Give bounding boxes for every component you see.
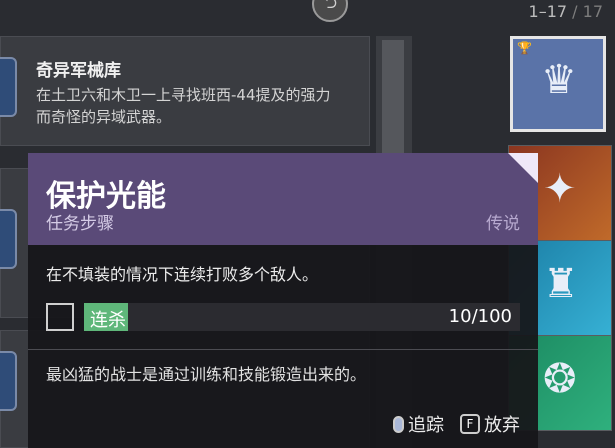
tooltip-lore: 最凶猛的战士是通过训练和技能锻造出来的。 bbox=[46, 365, 367, 384]
trophy-icon: 🏆 bbox=[517, 41, 532, 55]
tooltip-header: 保护光能 任务步骤 传说 bbox=[28, 153, 538, 245]
objective-value: 10/100 bbox=[448, 306, 512, 327]
abandon-label: 放弃 bbox=[484, 415, 520, 436]
corner-trophy-icon bbox=[508, 153, 538, 183]
track-label: 追踪 bbox=[408, 415, 444, 436]
divider bbox=[28, 349, 538, 350]
quest-item-slot-selected[interactable]: 🏆 ♛ bbox=[510, 36, 606, 132]
objective-label: 连杀 bbox=[90, 310, 126, 331]
f-key-icon: F bbox=[460, 414, 480, 434]
tooltip-subtitle: 任务步骤 bbox=[46, 214, 114, 234]
tooltip-body: 在不填装的情况下连续打败多个敌人。 连杀 10/100 最凶猛的战士是通过训练和… bbox=[28, 245, 538, 448]
scrollbar-thumb[interactable] bbox=[382, 40, 404, 160]
quest-emblem-icon bbox=[0, 209, 17, 269]
quest-card-title: 奇异军械库 bbox=[36, 61, 121, 81]
quest-card-description: 在土卫六和木卫一上寻找班西-44提及的强力而奇怪的异域武器。 bbox=[36, 86, 331, 126]
objective-checkbox bbox=[46, 303, 74, 331]
objective-row: 连杀 10/100 bbox=[46, 301, 520, 331]
quest-step-tooltip: 保护光能 任务步骤 传说 在不填装的情况下连续打败多个敌人。 连杀 10/100… bbox=[28, 153, 538, 448]
rune-icon: ❂ bbox=[543, 356, 577, 402]
tooltip-rarity: 传说 bbox=[486, 214, 520, 234]
quest-emblem-icon bbox=[0, 351, 17, 411]
tooltip-description: 在不填装的情况下连续打败多个敌人。 bbox=[46, 265, 319, 284]
objective-progress-bar: 连杀 10/100 bbox=[84, 303, 520, 331]
abandon-action[interactable]: F 放弃 bbox=[460, 411, 520, 437]
back-icon[interactable]: ⮌ bbox=[312, 0, 348, 22]
quest-emblem-icon bbox=[0, 57, 17, 117]
track-action[interactable]: 追踪 bbox=[393, 411, 444, 437]
crown-icon: ♛ bbox=[541, 57, 577, 103]
tower-icon: ♜ bbox=[543, 261, 579, 307]
scroll-icon: ✦ bbox=[543, 166, 577, 212]
quest-counter: 1–17 / 17 bbox=[528, 2, 603, 21]
mouse-icon bbox=[393, 415, 404, 433]
tooltip-actions: 追踪 F 放弃 bbox=[393, 411, 520, 437]
